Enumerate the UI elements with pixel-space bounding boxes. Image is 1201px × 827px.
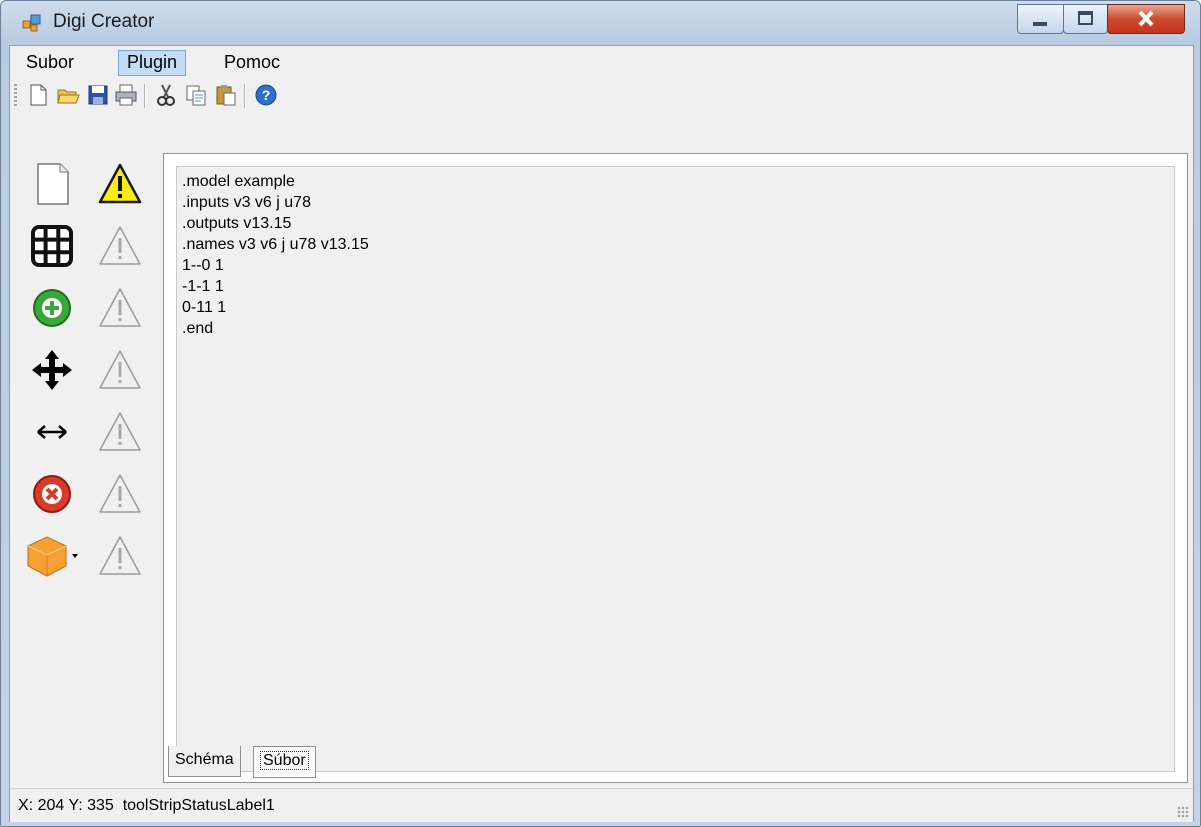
maximize-button[interactable] — [1063, 4, 1108, 34]
warning-disabled-icon — [99, 536, 141, 575]
horizontal-arrows-icon[interactable] — [30, 410, 74, 454]
toolbar-separator — [144, 84, 146, 108]
editor-line: .end — [182, 320, 214, 337]
menu-bar: Subor Plugin Pomoc — [10, 46, 1193, 78]
minimize-icon — [1033, 22, 1047, 26]
help-icon[interactable]: ? — [254, 83, 278, 107]
status-bar: X: 204 Y: 335 toolStripStatusLabel1 — [10, 788, 1193, 822]
editor-line: .model example — [182, 173, 295, 190]
app-window: Digi Creator Subor Plugin Pomoc ? .model… — [0, 0, 1201, 827]
warning-icon[interactable] — [98, 162, 142, 206]
warning-disabled-icon — [99, 474, 141, 513]
tab-schema[interactable]: Schéma — [168, 746, 241, 777]
size-grip[interactable] — [1177, 806, 1189, 818]
new-file-icon[interactable] — [26, 83, 50, 107]
minimize-button[interactable] — [1017, 4, 1064, 34]
menu-plugin[interactable]: Plugin — [118, 50, 187, 76]
toolbar: ? — [10, 78, 1193, 114]
copy-icon[interactable] — [184, 83, 208, 107]
status-label: toolStripStatusLabel1 — [122, 797, 275, 814]
warning-disabled-icon — [99, 412, 141, 451]
warning-disabled-icon — [99, 226, 141, 265]
app-icon — [22, 14, 41, 32]
save-icon[interactable] — [86, 83, 110, 107]
status-coords: X: 204 Y: 335 — [18, 797, 114, 814]
tab-subor[interactable]: Súbor — [253, 746, 316, 778]
open-folder-icon[interactable] — [56, 83, 80, 107]
editor-line: 1--0 1 — [182, 257, 224, 274]
editor-line: .names v3 v6 j u78 v13.15 — [182, 236, 369, 253]
toolbar-separator — [244, 84, 246, 108]
grid-icon[interactable] — [30, 224, 74, 268]
move-arrows-icon[interactable] — [30, 348, 74, 392]
status-text: X: 204 Y: 335 toolStripStatusLabel1 — [18, 797, 275, 815]
maximize-icon — [1078, 11, 1093, 25]
tool-panel — [10, 116, 160, 794]
editor-line: -1-1 1 — [182, 278, 224, 295]
delete-circle-icon[interactable] — [30, 472, 74, 516]
menu-pomoc[interactable]: Pomoc — [216, 50, 288, 74]
editor-line: .outputs v13.15 — [182, 215, 292, 232]
client-area: Subor Plugin Pomoc ? .model example .inp… — [9, 45, 1194, 822]
close-icon — [1138, 10, 1154, 27]
document-icon[interactable] — [30, 162, 74, 206]
plus-circle-icon[interactable] — [30, 286, 74, 330]
cut-icon[interactable] — [154, 83, 178, 107]
close-button[interactable] — [1107, 4, 1185, 34]
editor-line: .inputs v3 v6 j u78 — [182, 194, 311, 211]
editor-line: 0-11 1 — [182, 299, 227, 316]
toolbar-grip[interactable] — [14, 84, 17, 108]
svg-text:?: ? — [262, 87, 271, 103]
menu-subor[interactable]: Subor — [18, 50, 82, 74]
warning-disabled-icon — [99, 288, 141, 327]
window-title: Digi Creator — [53, 11, 155, 32]
print-icon[interactable] — [114, 83, 138, 107]
title-bar[interactable]: Digi Creator — [1, 1, 1200, 45]
paste-icon[interactable] — [214, 83, 238, 107]
cube-dropdown-icon[interactable] — [24, 534, 86, 578]
tab-subor-label: Súbor — [260, 751, 309, 770]
editor-content: .model example .inputs v3 v6 j u78 .outp… — [176, 171, 369, 339]
warning-disabled-icon — [99, 350, 141, 389]
